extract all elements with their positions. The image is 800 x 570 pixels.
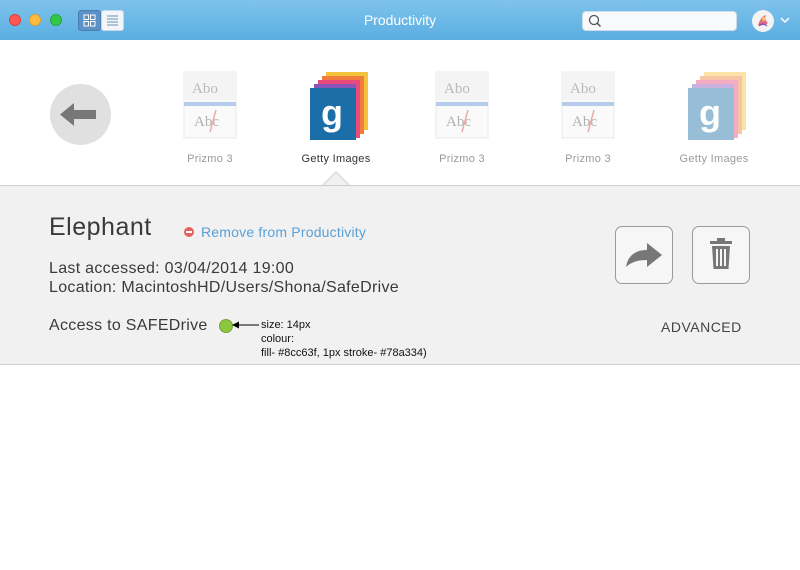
annotation-line: colour: — [261, 333, 295, 345]
svg-text:g: g — [321, 92, 343, 133]
search-icon — [588, 14, 602, 28]
search-input[interactable] — [582, 11, 737, 31]
annotation-line: fill- #8cc63f, 1px stroke- #78a334) — [261, 347, 427, 359]
app-label: Getty Images — [679, 153, 749, 165]
svg-text:Abo: Abo — [192, 81, 218, 97]
prizmo-icon: Abo Abc — [412, 70, 512, 147]
access-label: Access to SAFEDrive — [49, 317, 208, 334]
remove-icon — [184, 227, 194, 237]
back-button[interactable] — [50, 84, 111, 145]
share-button[interactable] — [615, 226, 673, 284]
app-label: Prizmo 3 — [565, 153, 611, 165]
advanced-button[interactable]: ADVANCED — [661, 319, 742, 335]
prizmo-icon: Abo Abc — [538, 70, 638, 147]
getty-icon: g — [286, 70, 386, 147]
access-status-dot[interactable] — [219, 319, 233, 333]
app-label: Prizmo 3 — [187, 153, 233, 165]
svg-text:Abc: Abc — [446, 114, 471, 130]
svg-text:Abo: Abo — [570, 81, 596, 97]
svg-text:g: g — [699, 92, 721, 133]
item-name: Elephant — [49, 213, 152, 241]
detail-panel: Elephant Remove from Productivity Last a… — [0, 185, 800, 365]
app-label: Getty Images — [301, 153, 371, 165]
app-label: Prizmo 3 — [439, 153, 485, 165]
location: Location: MacintoshHD/Users/Shona/SafeDr… — [49, 279, 399, 296]
title-bar: Productivity — [0, 0, 800, 40]
avatar-icon — [752, 10, 774, 32]
trash-icon — [710, 238, 732, 269]
annotation-note: size: 14px colour: fill- #8cc63f, 1px st… — [261, 318, 427, 360]
app-tile-prizmo-2[interactable]: Abo Abc Prizmo 3 — [412, 70, 512, 165]
getty-icon: g — [664, 70, 764, 147]
app-tile-prizmo-3[interactable]: Abo Abc Prizmo 3 — [538, 70, 638, 165]
back-arrow-icon — [60, 103, 96, 126]
delete-button[interactable] — [692, 226, 750, 284]
chevron-down-icon[interactable] — [779, 14, 791, 26]
svg-text:Abc: Abc — [194, 114, 219, 130]
svg-text:Abo: Abo — [444, 81, 470, 97]
prizmo-icon: Abo Abc — [160, 70, 260, 147]
app-strip: Abo Abc Prizmo 3 g Getty Images Abo Abc … — [0, 40, 800, 185]
share-arrow-icon — [626, 243, 662, 267]
annotation-arrow-icon — [232, 321, 259, 329]
app-tile-prizmo-1[interactable]: Abo Abc Prizmo 3 — [160, 70, 260, 165]
svg-text:Abc: Abc — [572, 114, 597, 130]
app-tile-getty-2[interactable]: g Getty Images — [664, 70, 764, 165]
remove-label: Remove from Productivity — [201, 224, 367, 240]
app-tile-getty-1[interactable]: g Getty Images — [286, 70, 386, 165]
remove-from-group-link[interactable]: Remove from Productivity — [184, 224, 366, 240]
last-accessed: Last accessed: 03/04/2014 19:00 — [49, 260, 295, 277]
user-avatar[interactable] — [752, 10, 774, 32]
annotation-line: size: 14px — [261, 319, 311, 331]
